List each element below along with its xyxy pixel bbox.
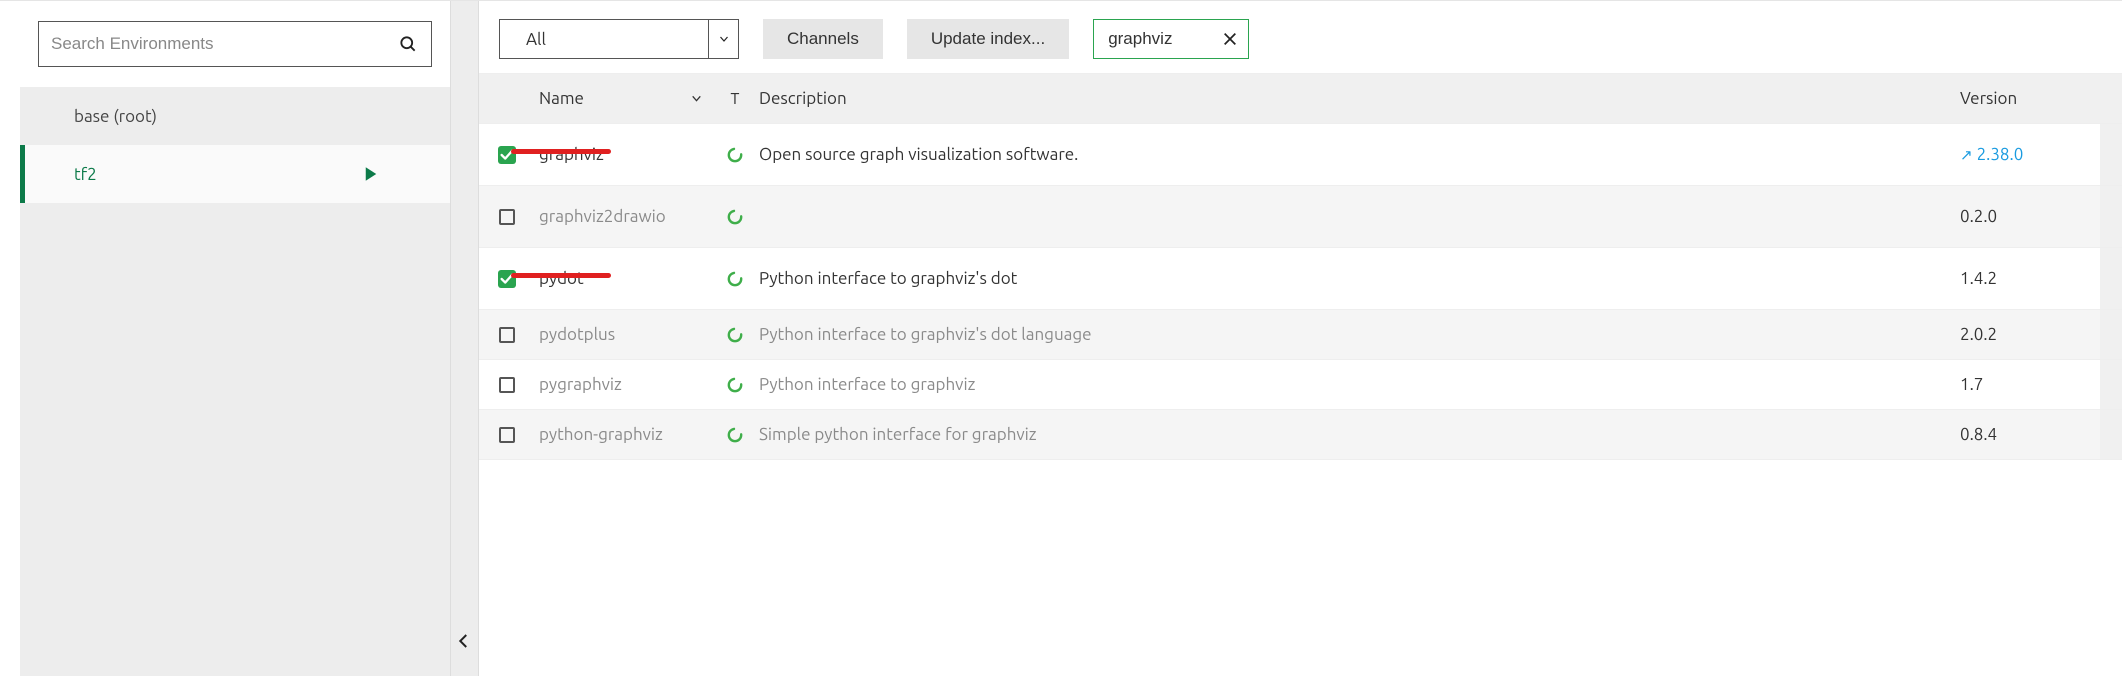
row-version: 2.0.2 xyxy=(1960,325,2100,344)
scrollbar-gutter xyxy=(2100,310,2122,359)
row-checkbox[interactable] xyxy=(479,427,535,443)
loading-ring-icon xyxy=(727,427,743,443)
header-version[interactable]: Version xyxy=(1960,89,2100,108)
env-search-input[interactable] xyxy=(51,34,397,54)
packages-toolbar: All Channels Update index... xyxy=(479,1,2122,73)
sidebar-search-wrap xyxy=(20,1,450,87)
env-item-label: base (root) xyxy=(74,107,157,126)
env-item-base[interactable]: base (root) xyxy=(20,87,450,145)
annotation-underline xyxy=(511,149,611,154)
collapse-sidebar-button[interactable] xyxy=(455,632,473,650)
row-checkbox[interactable] xyxy=(479,377,535,393)
channels-button[interactable]: Channels xyxy=(763,19,883,59)
header-type[interactable]: T xyxy=(715,90,755,108)
table-row[interactable]: graphviz Open source graph visualization … xyxy=(479,124,2122,186)
header-name[interactable]: Name xyxy=(535,89,715,108)
row-description: Python interface to graphviz xyxy=(755,375,1960,394)
row-checkbox[interactable] xyxy=(479,209,535,225)
row-name: python-graphviz xyxy=(535,425,715,444)
table-row[interactable]: python-graphviz Simple python interface f… xyxy=(479,410,2122,460)
row-name: pydotplus xyxy=(535,325,715,344)
clear-search-icon[interactable] xyxy=(1214,31,1238,47)
scrollbar-gutter xyxy=(2100,74,2122,123)
row-name: pydot xyxy=(535,269,715,288)
packages-table: Name T Description Version xyxy=(479,73,2122,676)
filter-dropdown[interactable]: All xyxy=(499,19,739,59)
scrollbar-gutter xyxy=(2100,410,2122,459)
update-index-button[interactable]: Update index... xyxy=(907,19,1069,59)
loading-ring-icon xyxy=(727,147,743,163)
loading-ring-icon xyxy=(727,377,743,393)
sidebar-splitter[interactable] xyxy=(451,1,479,676)
filter-dropdown-label: All xyxy=(500,30,708,49)
scrollbar-gutter xyxy=(2100,124,2122,185)
row-version[interactable]: ↗2.38.0 xyxy=(1960,145,2100,164)
header-version-label: Version xyxy=(1960,89,2017,108)
env-search-field[interactable] xyxy=(38,21,432,67)
row-checkbox[interactable] xyxy=(479,327,535,343)
external-link-icon: ↗ xyxy=(1960,146,1973,163)
table-row[interactable]: graphviz2drawio 0.2.0 xyxy=(479,186,2122,248)
row-type-icon xyxy=(715,327,755,343)
row-version: 1.7 xyxy=(1960,375,2100,394)
scrollbar-gutter xyxy=(2100,360,2122,409)
table-header-row: Name T Description Version xyxy=(479,74,2122,124)
package-search-input[interactable] xyxy=(1108,29,1214,49)
loading-ring-icon xyxy=(727,271,743,287)
row-type-icon xyxy=(715,427,755,443)
loading-ring-icon xyxy=(727,327,743,343)
row-type-icon xyxy=(715,271,755,287)
row-type-icon xyxy=(715,377,755,393)
chevron-down-icon xyxy=(690,92,703,105)
row-description: Python interface to graphviz's dot xyxy=(755,269,1960,288)
header-name-label: Name xyxy=(539,89,584,108)
search-icon xyxy=(397,33,419,55)
scrollbar-gutter xyxy=(2100,186,2122,247)
header-description[interactable]: Description xyxy=(755,89,1960,108)
checkbox-empty-icon xyxy=(499,209,515,225)
packages-panel: All Channels Update index... xyxy=(479,1,2122,676)
row-version: 0.2.0 xyxy=(1960,207,2100,226)
table-row[interactable]: pydotplus Python interface to graphviz's … xyxy=(479,310,2122,360)
table-row[interactable]: pydot Python interface to graphviz's dot1… xyxy=(479,248,2122,310)
scrollbar-gutter xyxy=(2100,248,2122,309)
environments-sidebar: base (root) tf2 xyxy=(20,1,451,676)
loading-ring-icon xyxy=(727,209,743,225)
checkbox-empty-icon xyxy=(499,427,515,443)
row-description: Simple python interface for graphviz xyxy=(755,425,1960,444)
row-description: Python interface to graphviz's dot langu… xyxy=(755,325,1960,344)
table-row[interactable]: pygraphviz Python interface to graphviz1.… xyxy=(479,360,2122,410)
play-icon[interactable] xyxy=(362,165,380,183)
row-type-icon xyxy=(715,147,755,163)
env-item-label: tf2 xyxy=(74,165,97,184)
row-type-icon xyxy=(715,209,755,225)
header-type-label: T xyxy=(731,90,740,108)
row-name: graphviz xyxy=(535,145,715,164)
row-name: pygraphviz xyxy=(535,375,715,394)
row-description: Open source graph visualization software… xyxy=(755,145,1960,164)
package-search-field[interactable] xyxy=(1093,19,1249,59)
annotation-underline xyxy=(511,273,611,278)
header-description-label: Description xyxy=(759,89,847,108)
checkbox-empty-icon xyxy=(499,327,515,343)
app-root: base (root) tf2 All xyxy=(0,0,2122,676)
row-version: 1.4.2 xyxy=(1960,269,2100,288)
row-name: graphviz2drawio xyxy=(535,207,715,226)
env-list: base (root) tf2 xyxy=(20,87,450,203)
checkbox-empty-icon xyxy=(499,377,515,393)
row-version: 0.8.4 xyxy=(1960,425,2100,444)
chevron-down-icon xyxy=(708,20,738,58)
env-item-tf2[interactable]: tf2 xyxy=(20,145,450,203)
